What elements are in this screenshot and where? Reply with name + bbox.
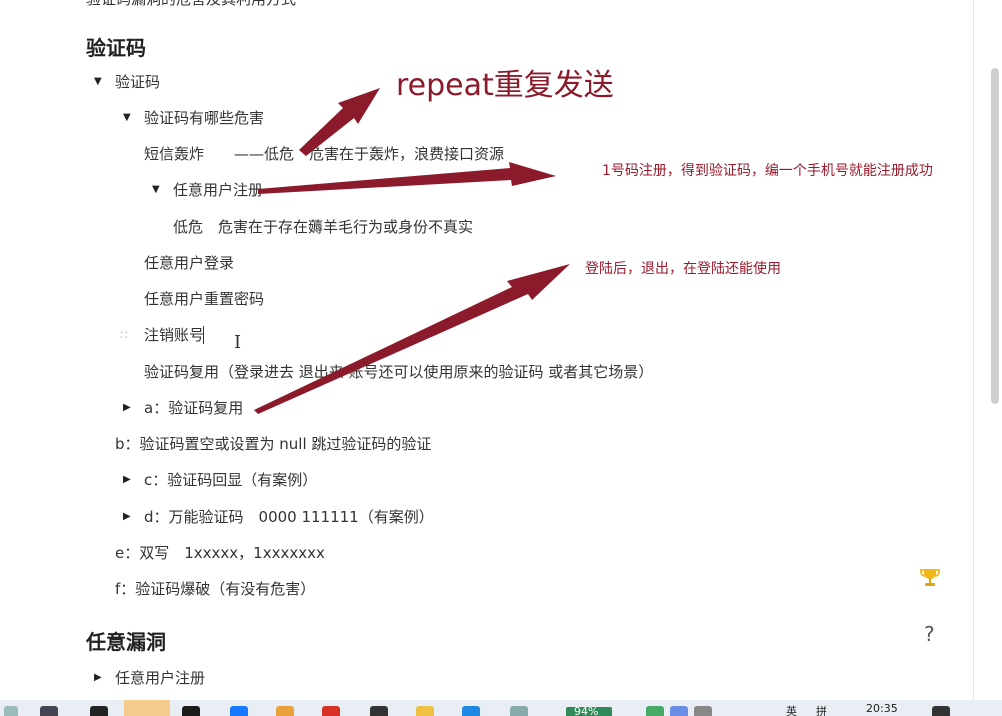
arrow-repeat [299,88,380,156]
trophy-icon[interactable] [918,566,942,590]
qq-icon[interactable] [90,706,108,716]
taskbar: 94% 英 拼 20:35 [0,700,1002,716]
tray-icon[interactable] [694,706,712,716]
tray-icon[interactable] [670,706,688,716]
clock[interactable]: 20:35 [866,702,898,715]
office-icon[interactable] [322,706,340,716]
wechat-icon[interactable] [124,700,170,716]
arrow-login [254,264,570,414]
tray-icon[interactable] [646,706,664,716]
annotation-arrows [254,88,570,414]
notification-icon[interactable] [932,706,950,716]
document-area: 验证码漏洞的危害及其利用方式 验证码 ▼ 验证码 ▼ 验证码有哪些危害 短信轰炸… [0,0,975,700]
battery-percent: 94% [574,705,599,716]
ime-mode[interactable]: 拼 [816,703,827,716]
terminal-icon[interactable] [182,706,200,716]
network-icon[interactable] [510,706,528,716]
photos-icon[interactable] [276,706,294,716]
folder-icon[interactable] [416,706,434,716]
editor-icon[interactable] [370,706,388,716]
arrow-register [258,162,556,194]
sound-icon[interactable] [4,706,18,716]
scrollbar-thumb[interactable] [991,68,999,404]
ime-language[interactable]: 英 [786,703,797,716]
app-icon[interactable] [40,706,58,716]
browser-icon[interactable] [230,706,248,716]
app-store-icon[interactable] [462,706,480,716]
scrollbar[interactable] [973,0,1002,700]
help-button[interactable]: ? [924,622,935,646]
